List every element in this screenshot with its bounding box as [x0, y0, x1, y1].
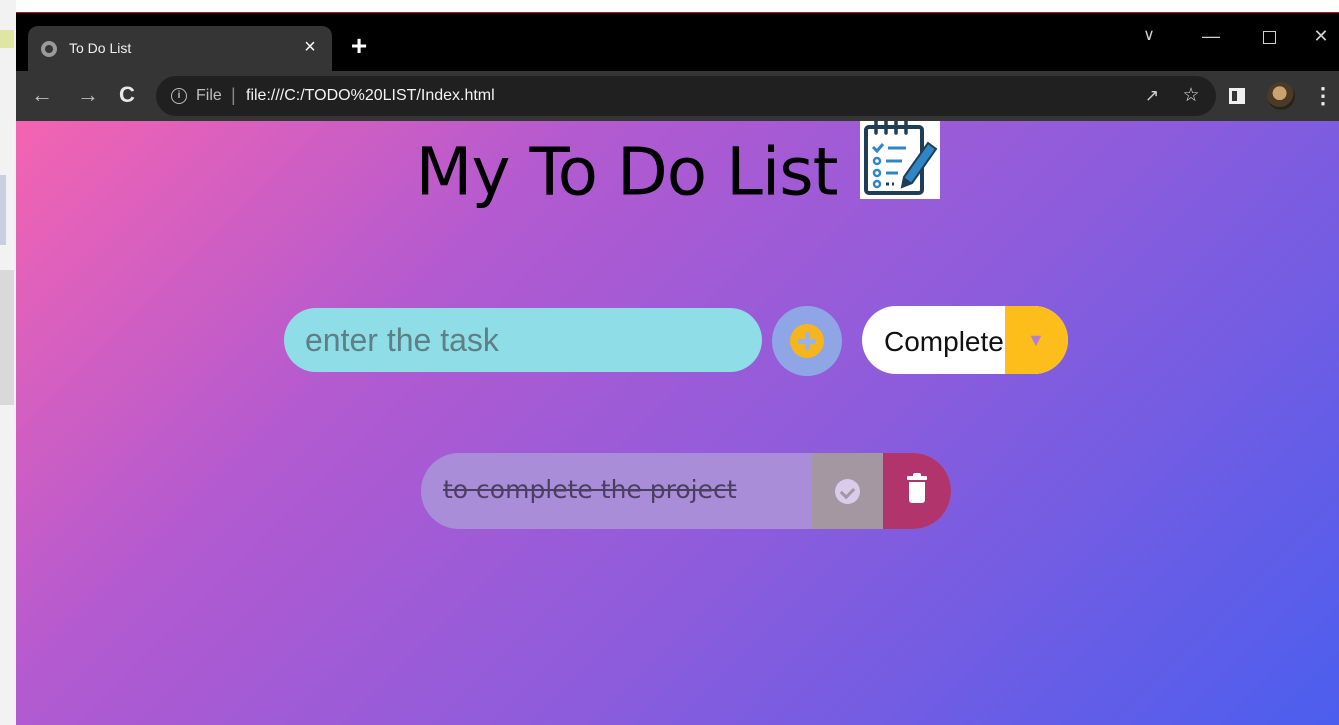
browser-menu-icon[interactable]: ⋮: [1312, 81, 1334, 111]
todo-item: to complete the project: [421, 453, 951, 529]
info-icon[interactable]: i: [171, 88, 187, 104]
tab-close-button[interactable]: ×: [298, 35, 322, 59]
share-icon[interactable]: ↗: [1141, 85, 1163, 107]
browser-toolbar: ← → C i File | file:///C:/TODO%20LIST/In…: [16, 71, 1339, 121]
page-title: My To Do List: [415, 133, 839, 211]
filter-selected-value: Complete: [884, 326, 1004, 357]
trash-icon: [907, 473, 927, 504]
todo-text: to complete the project: [443, 475, 737, 504]
add-task-button[interactable]: [772, 306, 842, 376]
browser-tab-active[interactable]: To Do List ×: [28, 26, 332, 71]
tab-search-button[interactable]: ∨: [1134, 21, 1164, 51]
screen: To Do List × + ∨ — ✕ ← → C i File | file…: [0, 0, 1339, 725]
url-scheme-label: File: [196, 87, 222, 104]
browser-window: To Do List × + ∨ — ✕ ← → C i File | file…: [16, 12, 1339, 725]
task-input[interactable]: [284, 308, 762, 372]
maximize-icon: [1262, 30, 1276, 44]
task-entry-row: Complete ▼: [16, 306, 1339, 376]
check-circle-icon: [835, 479, 860, 504]
tab-strip: To Do List × + ∨ — ✕: [16, 13, 1339, 71]
address-bar[interactable]: i File | file:///C:/TODO%20LIST/Index.ht…: [156, 76, 1216, 116]
desktop-fragment: [0, 175, 6, 245]
url-separator: |: [231, 85, 236, 105]
url-text[interactable]: file:///C:/TODO%20LIST/Index.html: [246, 87, 495, 105]
delete-task-button[interactable]: [883, 453, 951, 529]
plus-circle-icon: [790, 324, 824, 358]
new-tab-button[interactable]: +: [346, 32, 372, 60]
maximize-button[interactable]: [1254, 21, 1284, 51]
trash-can: [909, 482, 925, 503]
page-viewport: My To Do List enter the task Complete ▼ …: [16, 121, 1339, 725]
bookmark-star-icon[interactable]: ☆: [1180, 85, 1202, 107]
trash-lid: [907, 473, 927, 480]
profile-avatar[interactable]: [1267, 82, 1295, 110]
filter-select[interactable]: Complete ▼: [862, 306, 1068, 374]
page-header: My To Do List: [16, 121, 1339, 231]
reload-button[interactable]: C: [113, 82, 141, 110]
dropdown-arrow-icon[interactable]: ▼: [1005, 306, 1068, 374]
minimize-button[interactable]: —: [1196, 21, 1226, 51]
back-button[interactable]: ←: [28, 82, 56, 110]
desktop-background-strip: [0, 0, 16, 725]
forward-button[interactable]: →: [74, 82, 102, 110]
desktop-fragment: [0, 270, 14, 405]
close-window-button[interactable]: ✕: [1306, 21, 1336, 51]
tab-title: To Do List: [69, 40, 132, 56]
side-panel-icon[interactable]: [1229, 88, 1245, 104]
globe-icon: [41, 41, 57, 57]
complete-task-button[interactable]: [812, 453, 883, 529]
notepad-checklist-icon: [859, 121, 940, 199]
desktop-fragment: [0, 30, 14, 48]
